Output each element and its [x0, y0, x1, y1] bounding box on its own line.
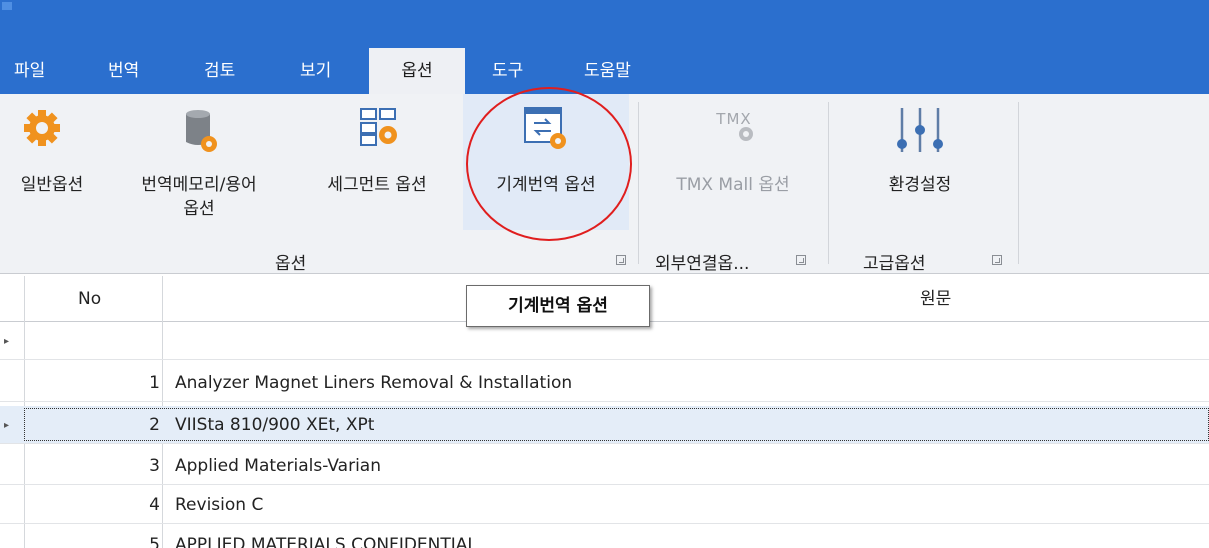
- row-number: 5: [149, 535, 160, 548]
- source-text[interactable]: Analyzer Magnet Liners Removal & Install…: [175, 364, 572, 402]
- tmx-mall-options-label: TMX Mall 옵션: [676, 175, 790, 195]
- tmx-mall-options-button[interactable]: TMX TMX Mall 옵션: [646, 94, 820, 244]
- table-row[interactable]: ▸: [0, 322, 1209, 360]
- tab-view[interactable]: 보기: [296, 58, 335, 94]
- segment-options-label: 세그먼트 옵션: [327, 175, 427, 195]
- ribbon-tab-row: 파일 번역 검토 보기 옵션 도구 도움말: [0, 48, 1209, 94]
- source-text[interactable]: APPLIED MATERIALS CONFIDENTIAL: [175, 526, 477, 548]
- table-row[interactable]: 3 Applied Materials-Varian: [0, 447, 1209, 485]
- annotation-circle: [466, 87, 632, 241]
- machine-translation-tooltip: 기계번역 옵션: [466, 285, 650, 327]
- table-row-selected[interactable]: ▸ 2 VIISta 810/900 XEt, XPt: [0, 406, 1209, 444]
- preferences-button[interactable]: 환경설정: [840, 94, 1000, 244]
- group-separator: [1018, 102, 1019, 264]
- tab-review[interactable]: 검토: [200, 58, 239, 94]
- external-group-launcher[interactable]: [796, 255, 806, 265]
- group-separator: [638, 102, 639, 264]
- general-options-button[interactable]: 일반옵션: [0, 94, 104, 244]
- tm-termbase-options-button[interactable]: 번역메모리/용어 옵션: [112, 94, 286, 244]
- current-row-icon: ▸: [4, 420, 10, 431]
- tmx-icon: TMX: [706, 110, 762, 150]
- column-header-source[interactable]: 원문: [920, 276, 951, 322]
- advanced-group-launcher[interactable]: [992, 255, 1002, 265]
- group-label-options: 옵션: [275, 254, 307, 274]
- tab-tools[interactable]: 도구: [488, 58, 527, 94]
- general-options-label: 일반옵션: [20, 175, 84, 195]
- row-number: 2: [149, 415, 160, 435]
- row-number: 1: [149, 373, 160, 393]
- table-row[interactable]: 5 APPLIED MATERIALS CONFIDENTIAL: [0, 526, 1209, 548]
- title-bar: [0, 0, 1209, 48]
- source-text[interactable]: Revision C: [175, 486, 263, 524]
- group-separator: [828, 102, 829, 264]
- row-number: 3: [149, 456, 160, 476]
- tm-termbase-options-label: 번역메모리/용어: [141, 175, 257, 195]
- source-text[interactable]: VIISta 810/900 XEt, XPt: [175, 406, 374, 444]
- source-text[interactable]: Applied Materials-Varian: [175, 447, 381, 485]
- preferences-label: 환경설정: [888, 175, 952, 195]
- gear-icon: [24, 110, 60, 146]
- segment-gear-icon: [360, 108, 397, 146]
- options-group-launcher[interactable]: [616, 255, 626, 265]
- tmx-gear-icon: [739, 127, 753, 141]
- tm-termbase-options-label-line2: 옵션: [183, 199, 215, 219]
- segment-options-button[interactable]: 세그먼트 옵션: [296, 94, 458, 244]
- group-label-external: 외부연결옵...: [655, 254, 750, 274]
- tab-file[interactable]: 파일: [10, 58, 49, 94]
- sliders-icon: [897, 108, 943, 152]
- table-row[interactable]: 4 Revision C: [0, 486, 1209, 524]
- app-icon[interactable]: [2, 2, 12, 10]
- database-gear-icon: [186, 110, 217, 152]
- row-number: 4: [149, 495, 160, 515]
- new-row-icon: ▸: [4, 336, 10, 347]
- tab-translation[interactable]: 번역: [104, 58, 143, 94]
- tab-help[interactable]: 도움말: [580, 58, 635, 94]
- table-row[interactable]: 1 Analyzer Magnet Liners Removal & Insta…: [0, 364, 1209, 402]
- group-label-advanced: 고급옵션: [863, 254, 926, 274]
- tab-options[interactable]: 옵션: [369, 48, 465, 94]
- column-header-no[interactable]: No: [78, 276, 101, 322]
